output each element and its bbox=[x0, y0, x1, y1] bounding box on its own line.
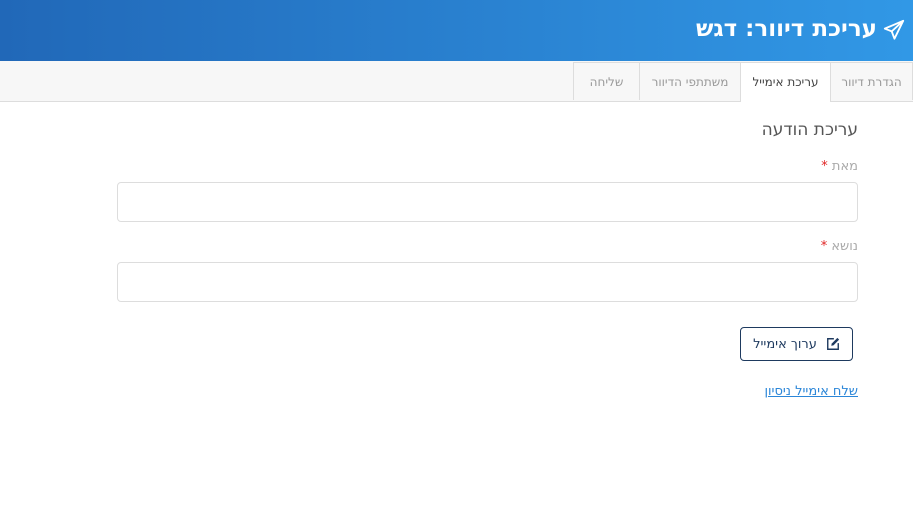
tab-edit-email[interactable]: עריכת אימייל bbox=[740, 62, 831, 102]
tab-mailing-settings[interactable]: הגדרת דיוור bbox=[830, 62, 913, 100]
page-title: עריכת דיוור: דגש bbox=[695, 16, 877, 42]
send-test-email-link[interactable]: שלח אימייל ניסיון bbox=[764, 382, 858, 402]
tab-mailing-participants[interactable]: משתתפי הדיוור bbox=[639, 62, 741, 100]
required-mark: * bbox=[820, 239, 828, 254]
paper-plane-icon bbox=[883, 19, 905, 40]
edit-icon bbox=[826, 337, 840, 350]
subject-label: נושא * bbox=[821, 238, 858, 256]
from-label-text: מאת bbox=[831, 159, 858, 174]
tab-bar: הגדרת דיוור עריכת אימייל משתתפי הדיוור ש… bbox=[0, 61, 913, 102]
edit-email-button[interactable]: ערוך אימייל bbox=[740, 327, 853, 361]
required-mark: * bbox=[821, 159, 828, 174]
subject-label-text: נושא bbox=[831, 239, 858, 254]
tab-send[interactable]: שליחה bbox=[573, 62, 640, 100]
section-title: עריכת הודעה bbox=[761, 120, 858, 140]
page-header: עריכת דיוור: דגש bbox=[0, 0, 913, 61]
from-input[interactable] bbox=[117, 182, 858, 222]
subject-input[interactable] bbox=[117, 262, 858, 302]
edit-email-button-label: ערוך אימייל bbox=[753, 336, 817, 352]
from-label: מאת * bbox=[821, 158, 858, 176]
